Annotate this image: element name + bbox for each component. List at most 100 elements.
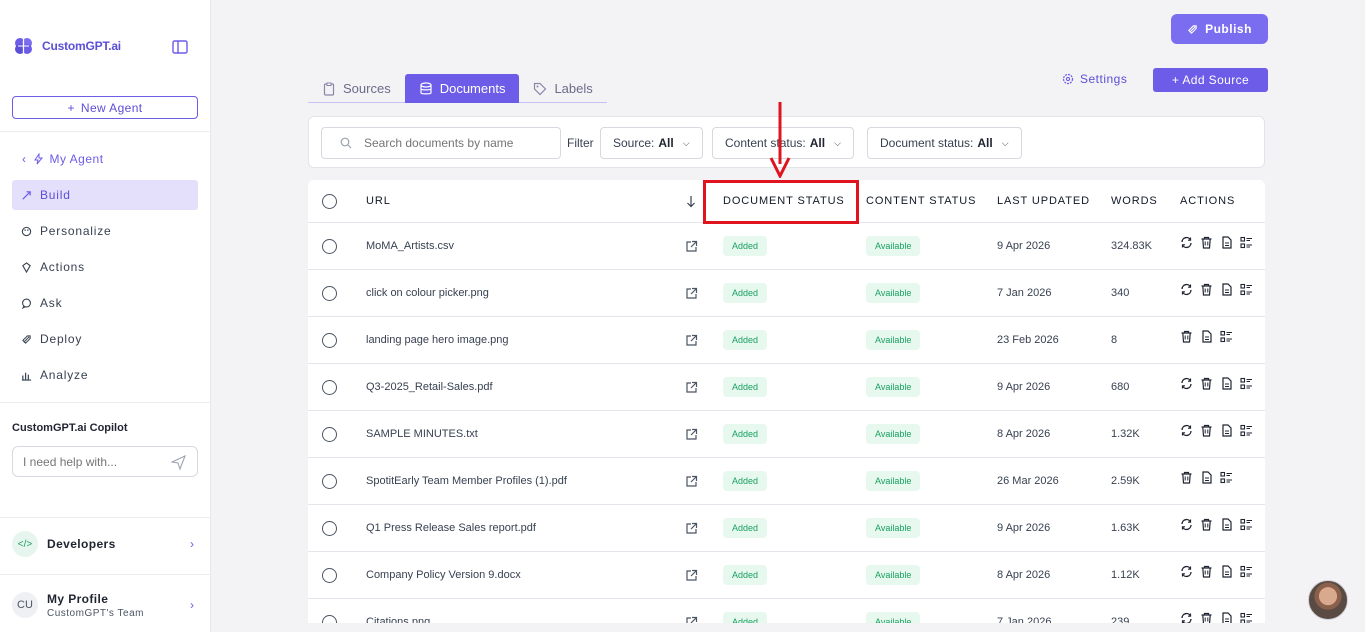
- trash-icon[interactable]: [1200, 565, 1213, 578]
- source-filter-dropdown[interactable]: Source: All ⌵: [600, 127, 703, 159]
- trash-icon[interactable]: [1200, 518, 1213, 531]
- row-checkbox[interactable]: [322, 286, 337, 301]
- document-name[interactable]: SAMPLE MINUTES.txt: [366, 428, 478, 440]
- tab-documents[interactable]: Documents: [404, 74, 520, 103]
- trash-icon[interactable]: [1200, 283, 1213, 296]
- brand[interactable]: CustomGPT.ai: [12, 34, 121, 58]
- tab-sources[interactable]: Sources: [308, 74, 405, 103]
- list-details-icon[interactable]: [1240, 424, 1253, 437]
- document-icon[interactable]: [1220, 518, 1233, 531]
- support-chat-avatar[interactable]: [1308, 580, 1348, 620]
- profile-link[interactable]: CU My Profile CustomGPT's Team ›: [12, 590, 198, 620]
- table-row[interactable]: click on colour picker.png Added Available…: [308, 270, 1265, 317]
- list-details-icon[interactable]: [1240, 565, 1253, 578]
- document-name[interactable]: click on colour picker.png: [366, 287, 489, 299]
- table-row[interactable]: Q1 Press Release Sales report.pdf Added Av…: [308, 505, 1265, 552]
- sidebar-item-ask[interactable]: Ask: [12, 288, 198, 318]
- trash-icon[interactable]: [1200, 424, 1213, 437]
- document-icon[interactable]: [1200, 471, 1213, 484]
- my-agent-back-link[interactable]: ‹ My Agent: [22, 152, 104, 166]
- row-checkbox[interactable]: [322, 333, 337, 348]
- sidebar-item-analyze[interactable]: Analyze: [12, 360, 198, 390]
- document-status-filter-dropdown[interactable]: Document status: All ⌵: [867, 127, 1022, 159]
- external-link-icon[interactable]: [685, 428, 698, 441]
- list-details-icon[interactable]: [1220, 330, 1233, 343]
- search-input[interactable]: [364, 136, 554, 150]
- table-row[interactable]: Citations.png Added Available 7 Jan 2026 239: [308, 599, 1265, 623]
- table-row[interactable]: Company Policy Version 9.docx Added Availa…: [308, 552, 1265, 599]
- new-agent-button[interactable]: + New Agent: [12, 96, 198, 119]
- document-name[interactable]: Q1 Press Release Sales report.pdf: [366, 522, 536, 534]
- trash-icon[interactable]: [1180, 330, 1193, 343]
- tab-labels[interactable]: Labels: [519, 74, 606, 103]
- sidebar-item-personalize[interactable]: Personalize: [12, 216, 198, 246]
- list-details-icon[interactable]: [1240, 283, 1253, 296]
- table-row[interactable]: Q3-2025_Retail-Sales.pdf Added Available 9 …: [308, 364, 1265, 411]
- list-details-icon[interactable]: [1220, 471, 1233, 484]
- table-row[interactable]: MoMA_Artists.csv Added Available 9 Apr 2026…: [308, 223, 1265, 270]
- trash-icon[interactable]: [1200, 377, 1213, 390]
- document-icon[interactable]: [1220, 565, 1233, 578]
- row-checkbox[interactable]: [322, 568, 337, 583]
- column-url[interactable]: URL: [366, 195, 391, 207]
- resync-icon[interactable]: [1180, 565, 1193, 578]
- external-link-icon[interactable]: [685, 475, 698, 488]
- document-name[interactable]: Company Policy Version 9.docx: [366, 569, 521, 581]
- list-details-icon[interactable]: [1240, 377, 1253, 390]
- table-row[interactable]: landing page hero image.png Added Availabl…: [308, 317, 1265, 364]
- row-checkbox[interactable]: [322, 380, 337, 395]
- resync-icon[interactable]: [1180, 518, 1193, 531]
- document-icon[interactable]: [1220, 283, 1233, 296]
- resync-icon[interactable]: [1180, 424, 1193, 437]
- document-icon[interactable]: [1220, 424, 1233, 437]
- row-checkbox[interactable]: [322, 427, 337, 442]
- column-last-updated[interactable]: LAST UPDATED: [997, 195, 1090, 207]
- send-icon[interactable]: [171, 455, 186, 470]
- external-link-icon[interactable]: [685, 522, 698, 535]
- resync-icon[interactable]: [1180, 283, 1193, 296]
- select-all-checkbox[interactable]: [322, 194, 337, 209]
- add-source-button[interactable]: + Add Source: [1153, 68, 1268, 92]
- copilot-input[interactable]: [23, 454, 163, 469]
- sidebar-item-build[interactable]: Build: [12, 180, 198, 210]
- trash-icon[interactable]: [1180, 471, 1193, 484]
- sidebar-item-deploy[interactable]: Deploy: [12, 324, 198, 354]
- trash-icon[interactable]: [1200, 236, 1213, 249]
- column-document-status[interactable]: DOCUMENT STATUS: [723, 195, 845, 207]
- column-content-status[interactable]: CONTENT STATUS: [866, 195, 976, 207]
- resync-icon[interactable]: [1180, 377, 1193, 390]
- publish-button[interactable]: Publish: [1171, 14, 1268, 44]
- external-link-icon[interactable]: [685, 287, 698, 300]
- document-name[interactable]: landing page hero image.png: [366, 334, 509, 346]
- row-checkbox[interactable]: [322, 239, 337, 254]
- document-icon[interactable]: [1220, 236, 1233, 249]
- document-icon[interactable]: [1220, 612, 1233, 623]
- list-details-icon[interactable]: [1240, 612, 1253, 623]
- resync-icon[interactable]: [1180, 236, 1193, 249]
- external-link-icon[interactable]: [685, 616, 698, 623]
- document-name[interactable]: Q3-2025_Retail-Sales.pdf: [366, 381, 493, 393]
- external-link-icon[interactable]: [685, 381, 698, 394]
- settings-button[interactable]: Settings: [1062, 72, 1127, 86]
- row-checkbox[interactable]: [322, 521, 337, 536]
- document-name[interactable]: SpotitEarly Team Member Profiles (1).pdf: [366, 475, 567, 487]
- developers-link[interactable]: </> Developers ›: [12, 530, 198, 558]
- table-row[interactable]: SpotitEarly Team Member Profiles (1).pdf…: [308, 458, 1265, 505]
- document-icon[interactable]: [1220, 377, 1233, 390]
- sidebar-toggle-icon[interactable]: [172, 40, 188, 54]
- table-row[interactable]: SAMPLE MINUTES.txt Added Available 8 Apr 20…: [308, 411, 1265, 458]
- resync-icon[interactable]: [1180, 612, 1193, 623]
- row-checkbox[interactable]: [322, 474, 337, 489]
- document-name[interactable]: MoMA_Artists.csv: [366, 240, 454, 252]
- document-icon[interactable]: [1200, 330, 1213, 343]
- trash-icon[interactable]: [1200, 612, 1213, 623]
- sort-arrow-icon[interactable]: [686, 195, 696, 208]
- sidebar-item-actions[interactable]: Actions: [12, 252, 198, 282]
- external-link-icon[interactable]: [685, 569, 698, 582]
- row-checkbox[interactable]: [322, 615, 337, 623]
- external-link-icon[interactable]: [685, 334, 698, 347]
- list-details-icon[interactable]: [1240, 236, 1253, 249]
- column-words[interactable]: WORDS: [1111, 195, 1158, 207]
- document-name[interactable]: Citations.png: [366, 616, 430, 623]
- list-details-icon[interactable]: [1240, 518, 1253, 531]
